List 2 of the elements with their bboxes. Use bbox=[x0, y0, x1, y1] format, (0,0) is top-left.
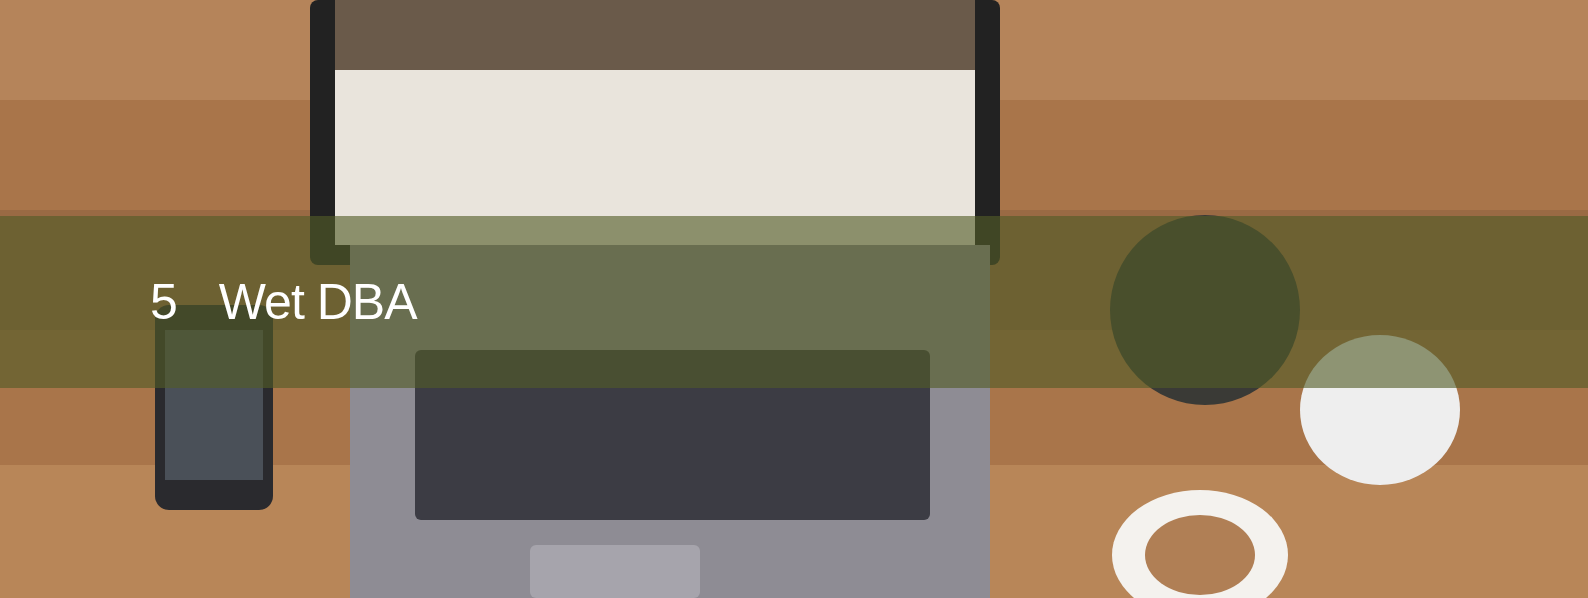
section-title: Wet DBA bbox=[218, 273, 417, 331]
section-number: 5 bbox=[150, 273, 177, 331]
